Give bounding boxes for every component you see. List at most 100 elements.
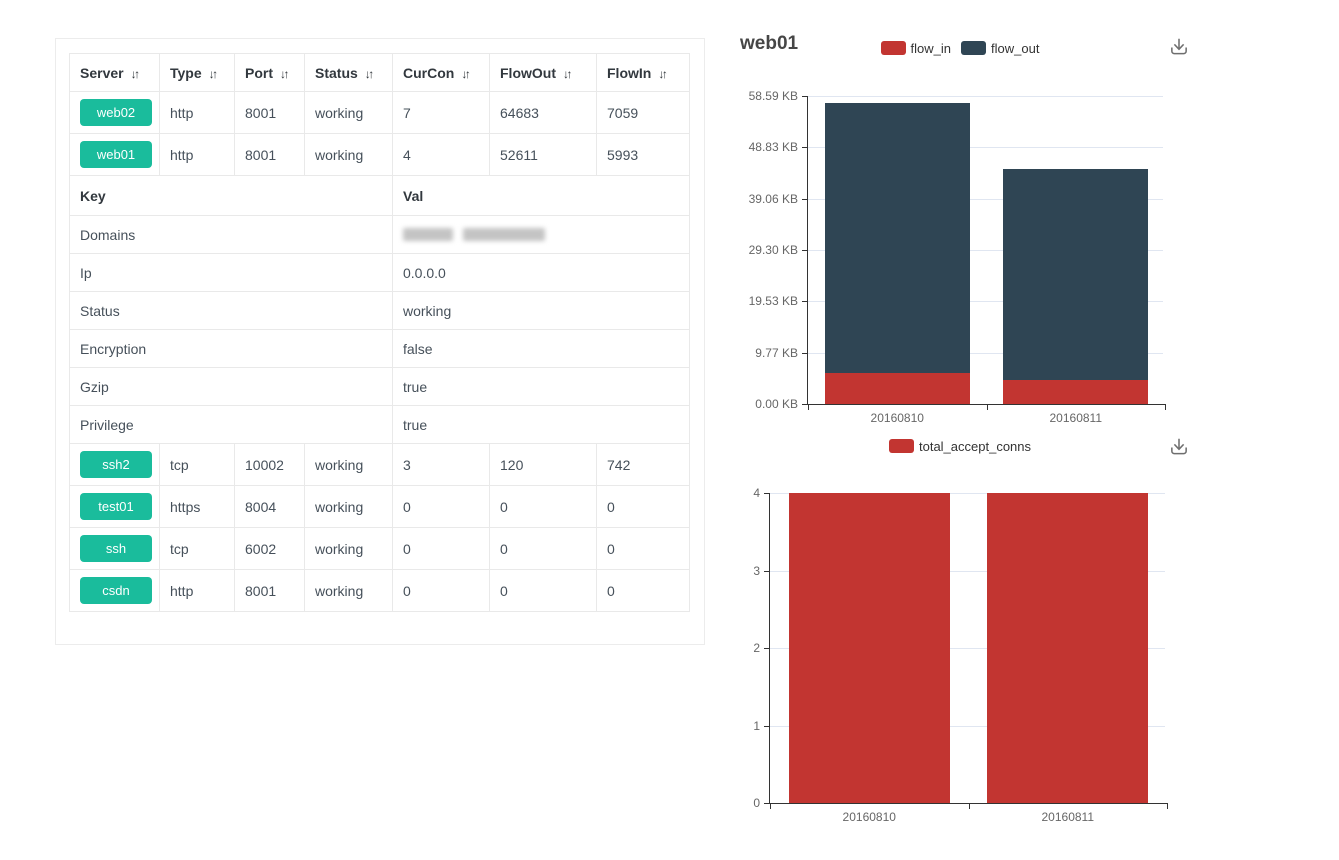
x-axis-label: 20160811: [1042, 810, 1095, 824]
kv-val: 0.0.0.0: [393, 254, 690, 292]
y-axis-line: [769, 493, 770, 803]
server-badge-web02[interactable]: web02: [80, 99, 152, 126]
kv-row: Ip 0.0.0.0: [70, 254, 690, 292]
cell-type: tcp: [160, 528, 235, 570]
table-row: web02 http 8001 working 7 64683 7059: [70, 92, 690, 134]
bar-segment-total_accept_conns-20160810: [789, 493, 950, 803]
cell-status: working: [305, 134, 393, 176]
column-label: Type: [170, 65, 202, 81]
legend-label: total_accept_conns: [919, 439, 1031, 454]
sort-icon[interactable]: ↓↑: [131, 67, 138, 81]
kv-key: Gzip: [70, 368, 393, 406]
column-label: FlowIn: [607, 65, 651, 81]
kv-val-header: Val: [393, 176, 690, 216]
x-axis-tick: [1165, 404, 1166, 410]
sort-icon[interactable]: ↓↑: [280, 67, 287, 81]
sort-icon[interactable]: ↓↑: [658, 67, 665, 81]
server-table: Server ↓↑ Type ↓↑ Port ↓↑ Status ↓↑ CurCon ↓↑…: [69, 53, 690, 612]
column-header-type[interactable]: Type ↓↑: [160, 54, 235, 92]
cell-curcon: 0: [393, 528, 490, 570]
legend-swatch-total-accept-conns: [889, 439, 914, 453]
cell-flowin: 0: [597, 570, 690, 612]
server-badge-ssh[interactable]: ssh: [80, 535, 152, 562]
y-axis-label: 48.83 KB: [749, 140, 798, 154]
redacted-blob: [463, 228, 545, 241]
server-table-card: Server ↓↑ Type ↓↑ Port ↓↑ Status ↓↑ CurCon ↓↑…: [55, 38, 705, 645]
dashboard: Server ↓↑ Type ↓↑ Port ↓↑ Status ↓↑ CurCon ↓↑…: [0, 0, 1339, 860]
x-axis-tick: [770, 803, 771, 809]
cell-type: http: [160, 92, 235, 134]
download-icon-glyph: [1168, 436, 1190, 458]
bar-segment-total_accept_conns-20160811: [987, 493, 1148, 803]
sort-icon[interactable]: ↓↑: [563, 67, 570, 81]
cell-port: 10002: [235, 444, 305, 486]
column-header-curcon[interactable]: CurCon ↓↑: [393, 54, 490, 92]
y-axis-line: [807, 96, 808, 404]
table-header-row: Server ↓↑ Type ↓↑ Port ↓↑ Status ↓↑ CurCon ↓↑…: [70, 54, 690, 92]
cell-status: working: [305, 570, 393, 612]
cell-flowout: 0: [490, 570, 597, 612]
table-row: ssh tcp 6002 working 0 0 0: [70, 528, 690, 570]
x-axis-label: 20160810: [871, 411, 924, 425]
x-axis-tick: [808, 404, 809, 410]
column-label: CurCon: [403, 65, 454, 81]
cell-status: working: [305, 92, 393, 134]
column-header-server[interactable]: Server ↓↑: [70, 54, 160, 92]
cell-curcon: 7: [393, 92, 490, 134]
legend-item-flow-in[interactable]: flow_in: [881, 41, 951, 56]
server-badge-test01[interactable]: test01: [80, 493, 152, 520]
legend-item-total-accept-conns[interactable]: total_accept_conns: [889, 439, 1031, 454]
column-header-status[interactable]: Status ↓↑: [305, 54, 393, 92]
cell-flowout: 64683: [490, 92, 597, 134]
kv-key: Privilege: [70, 406, 393, 444]
column-label: Server: [80, 65, 124, 81]
cell-curcon: 0: [393, 486, 490, 528]
sort-icon[interactable]: ↓↑: [461, 67, 468, 81]
kv-key: Ip: [70, 254, 393, 292]
cell-type: https: [160, 486, 235, 528]
domains-value-redacted: [393, 216, 690, 254]
legend-item-flow-out[interactable]: flow_out: [961, 41, 1039, 56]
cell-flowout: 52611: [490, 134, 597, 176]
column-header-port[interactable]: Port ↓↑: [235, 54, 305, 92]
sort-icon[interactable]: ↓↑: [365, 67, 372, 81]
table-row: test01 https 8004 working 0 0 0: [70, 486, 690, 528]
x-axis-label: 20160811: [1050, 411, 1103, 425]
y-axis-label: 0.00 KB: [755, 397, 798, 411]
cell-flowin: 742: [597, 444, 690, 486]
y-axis-label: 1: [753, 719, 760, 733]
cell-flowin: 5993: [597, 134, 690, 176]
column-header-flowout[interactable]: FlowOut ↓↑: [490, 54, 597, 92]
legend-label: flow_out: [991, 41, 1039, 56]
bar-segment-flow_out-20160810: [825, 103, 970, 373]
download-icon[interactable]: [1168, 436, 1190, 458]
legend-swatch-flow-out: [961, 41, 986, 55]
download-icon-glyph: [1168, 36, 1190, 58]
kv-key: Status: [70, 292, 393, 330]
server-badge-csdn[interactable]: csdn: [80, 577, 152, 604]
column-header-flowin[interactable]: FlowIn ↓↑: [597, 54, 690, 92]
server-badge-ssh2[interactable]: ssh2: [80, 451, 152, 478]
column-label: Port: [245, 65, 273, 81]
kv-row: Gzip true: [70, 368, 690, 406]
chart1-legend: flow_in flow_out: [730, 40, 1190, 56]
table-row: csdn http 8001 working 0 0 0: [70, 570, 690, 612]
x-axis-tick: [1167, 803, 1168, 809]
cell-flowout: 0: [490, 486, 597, 528]
chart2-legend: total_accept_conns: [730, 438, 1190, 454]
sort-icon[interactable]: ↓↑: [209, 67, 216, 81]
kv-val: true: [393, 406, 690, 444]
cell-flowout: 0: [490, 528, 597, 570]
cell-flowin: 7059: [597, 92, 690, 134]
download-icon[interactable]: [1168, 36, 1190, 58]
cell-status: working: [305, 528, 393, 570]
kv-row: Encryption false: [70, 330, 690, 368]
y-axis-label: 0: [753, 796, 760, 810]
legend-label: flow_in: [911, 41, 951, 56]
column-label: FlowOut: [500, 65, 556, 81]
x-axis-tick: [969, 803, 970, 809]
cell-type: tcp: [160, 444, 235, 486]
y-axis-label: 39.06 KB: [749, 192, 798, 206]
column-label: Status: [315, 65, 358, 81]
server-badge-web01[interactable]: web01: [80, 141, 152, 168]
